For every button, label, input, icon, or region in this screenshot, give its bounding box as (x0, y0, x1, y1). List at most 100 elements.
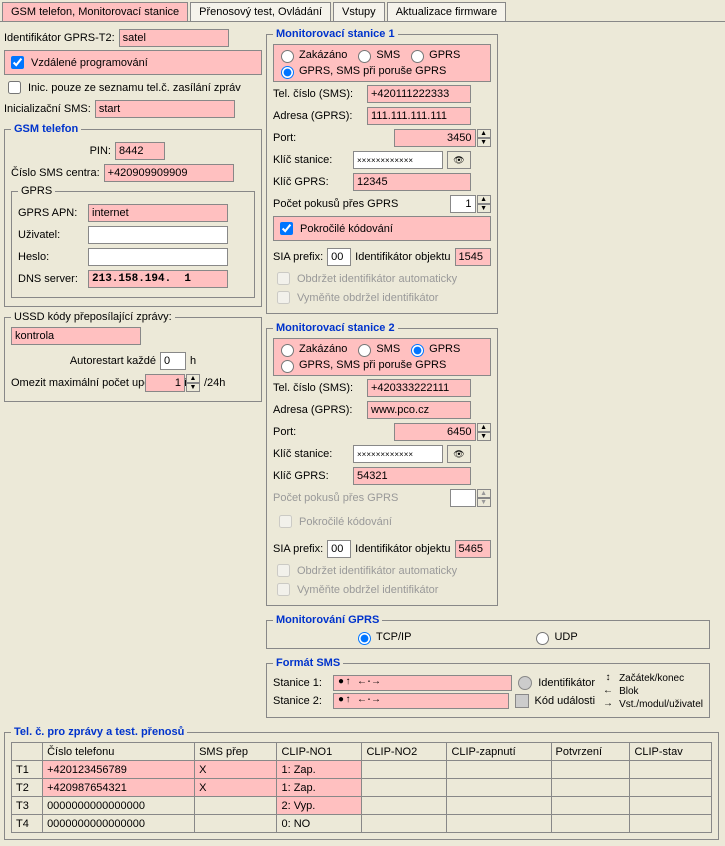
init-sms-label: Inicializační SMS: (4, 103, 91, 115)
tab-transfer[interactable]: Přenosový test, Ovládání (190, 2, 331, 21)
mon1-retries-label: Počet pokusů přes GPRS (273, 198, 398, 210)
mon2-radio-sms[interactable] (358, 344, 371, 357)
mon2-adv-enc-checkbox (279, 515, 292, 528)
mon2-autoid-label: Obdržet identifikátor automaticky (297, 565, 457, 577)
mon2-legend: Monitorovací stanice 2 (273, 322, 398, 334)
mon2-key-reveal[interactable]: 👁 (447, 445, 471, 463)
sms-s2-format[interactable]: ●↑ ←·→ (333, 693, 509, 709)
mon1-replaceid-checkbox (277, 291, 290, 304)
mon1-radio-sms[interactable] (358, 50, 371, 63)
ussd-input[interactable] (11, 327, 141, 345)
mon1-sia-input[interactable] (327, 248, 351, 266)
user-label: Uživatel: (18, 229, 84, 241)
mon2-port-label: Port: (273, 426, 363, 438)
autorestart-unit: h (190, 355, 196, 367)
mon2-obj-label: Identifikátor objektu (355, 543, 450, 555)
mon2-radio-gprs-sms[interactable] (281, 360, 294, 373)
mon1-radio-gprs[interactable] (411, 50, 424, 63)
mon2-port-down[interactable]: ▼ (477, 432, 491, 441)
sms-ident-label: Identifikátor (538, 677, 595, 689)
mon2-obj-input[interactable] (455, 540, 491, 558)
mon2-radio-disabled[interactable] (281, 344, 294, 357)
init-only-checkbox[interactable] (8, 81, 21, 94)
mon1-port-down[interactable]: ▼ (477, 138, 491, 147)
mon1-gprskey-input[interactable] (353, 173, 471, 191)
table-header: SMS přep (195, 743, 277, 761)
user-input[interactable] (88, 226, 228, 244)
sms-s1-label: Stanice 1: (273, 677, 327, 689)
mon1-radio-gprs-sms[interactable] (281, 66, 294, 79)
mon1-adv-enc-checkbox[interactable] (280, 222, 293, 235)
mon-gprs-legend: Monitorování GPRS (273, 614, 382, 626)
sms-center-label: Číslo SMS centra: (11, 167, 100, 179)
mon2-addr-label: Adresa (GPRS): (273, 404, 363, 416)
mon2-addr-input[interactable] (367, 401, 471, 419)
init-only-label: Inic. pouze ze seznamu tel.č. zasílání z… (28, 82, 241, 94)
mon1-key-reveal[interactable]: 👁 (447, 151, 471, 169)
sms-s1-dot-icon (518, 676, 532, 690)
mon1-port-label: Port: (273, 132, 363, 144)
limit-label: Omezit maximální počet upozornění (11, 377, 141, 389)
table-row[interactable]: T300000000000000002: Vyp. (12, 797, 712, 815)
mon1-gprskey-label: Klíč GPRS: (273, 176, 349, 188)
mon2-replaceid-checkbox (277, 583, 290, 596)
sms-s2-label: Stanice 2: (273, 695, 327, 707)
mon2-tel-input[interactable] (367, 379, 471, 397)
mon1-key-input[interactable] (353, 151, 443, 169)
sms-s1-format[interactable]: ●↑ ←·→ (333, 675, 512, 691)
pin-input[interactable] (115, 142, 165, 160)
mon1-radio-disabled[interactable] (281, 50, 294, 63)
table-header: CLIP-NO2 (362, 743, 447, 761)
mon2-sia-input[interactable] (327, 540, 351, 558)
autorestart-label: Autorestart každé (70, 355, 156, 367)
mon2-key-input[interactable] (353, 445, 443, 463)
mon2-autoid-checkbox (277, 564, 290, 577)
table-header (12, 743, 43, 761)
mon1-retries-down[interactable]: ▼ (477, 204, 491, 213)
sms-center-input[interactable] (104, 164, 234, 182)
mon1-retries-up[interactable]: ▲ (477, 195, 491, 204)
mon2-port-input[interactable] (394, 423, 476, 441)
table-header: Potvrzení (551, 743, 630, 761)
apn-input[interactable] (88, 204, 228, 222)
mon1-tel-input[interactable] (367, 85, 471, 103)
tab-inputs[interactable]: Vstupy (333, 2, 385, 21)
table-row[interactable]: T1+420123456789X1: Zap. (12, 761, 712, 779)
mon1-port-up[interactable]: ▲ (477, 129, 491, 138)
init-sms-input[interactable] (95, 100, 235, 118)
limit-up[interactable]: ▲ (186, 374, 200, 383)
mon2-gprskey-label: Klíč GPRS: (273, 470, 349, 482)
remote-prog-checkbox[interactable] (11, 56, 24, 69)
pass-input[interactable] (88, 248, 228, 266)
mon1-port-input[interactable] (394, 129, 476, 147)
mon1-sia-label: SIA prefix: (273, 251, 323, 263)
mon2-replaceid-label: Vyměňte obdržel identifikátor (297, 584, 438, 596)
mon1-retries-input[interactable] (450, 195, 476, 213)
limit-unit: /24h (204, 377, 225, 389)
limit-input[interactable] (145, 374, 185, 392)
mon-gprs-udp-radio[interactable] (536, 632, 549, 645)
mon1-obj-input[interactable] (455, 248, 491, 266)
gprs-t2-input[interactable] (119, 29, 229, 47)
dns-input[interactable] (88, 270, 228, 288)
mon2-retries-down: ▼ (477, 498, 491, 507)
mon1-addr-input[interactable] (367, 107, 471, 125)
mon2-port-up[interactable]: ▲ (477, 423, 491, 432)
mon1-key-label: Klíč stanice: (273, 154, 349, 166)
tel-table[interactable]: Číslo telefonuSMS přepCLIP-NO1CLIP-NO2CL… (11, 742, 712, 833)
ussd-legend: USSD kódy přeposílající zprávy: (11, 311, 175, 323)
mon2-key-label: Klíč stanice: (273, 448, 349, 460)
gprs-t2-label: Identifikátor GPRS-T2: (4, 32, 115, 44)
limit-down[interactable]: ▼ (186, 383, 200, 392)
table-row[interactable]: T400000000000000000: NO (12, 815, 712, 833)
mon2-radio-gprs[interactable] (411, 344, 424, 357)
table-row[interactable]: T2+420987654321X1: Zap. (12, 779, 712, 797)
tab-firmware[interactable]: Aktualizace firmware (387, 2, 506, 21)
mon2-gprskey-input[interactable] (353, 467, 471, 485)
mon1-obj-label: Identifikátor objektu (355, 251, 450, 263)
tab-gsm[interactable]: GSM telefon, Monitorovací stanice (2, 2, 188, 21)
autorestart-input[interactable] (160, 352, 186, 370)
mon-gprs-tcp-radio[interactable] (358, 632, 371, 645)
gsm-telefon-legend: GSM telefon (11, 123, 81, 135)
mon2-tel-label: Tel. číslo (SMS): (273, 382, 363, 394)
